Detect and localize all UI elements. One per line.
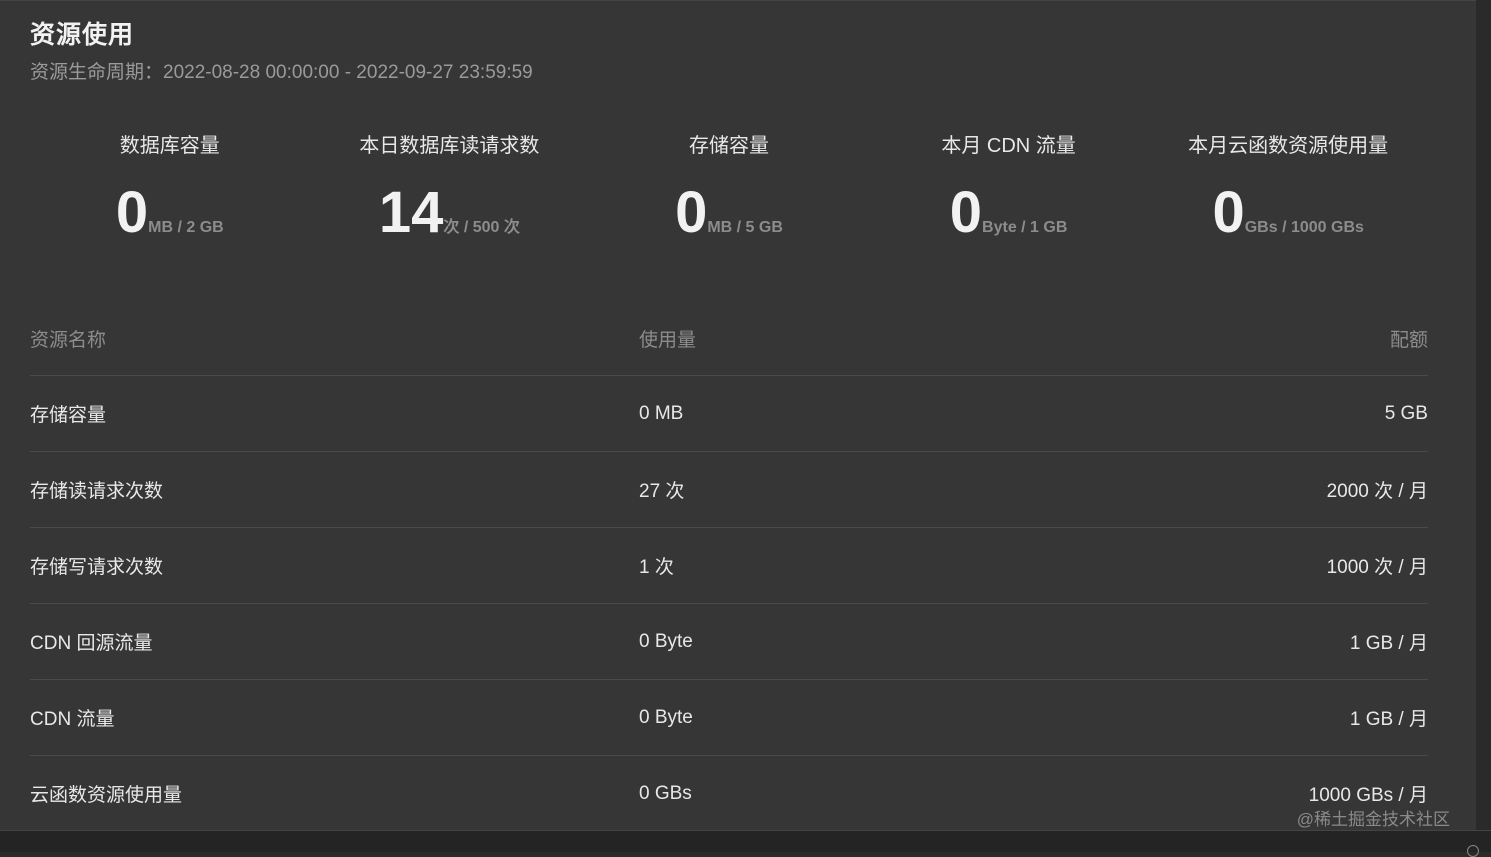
stat-value: 0MB / 2 GB bbox=[30, 183, 310, 243]
cell-usage: 27 次 bbox=[639, 481, 685, 502]
table-row: 存储容量 0 MB 5 GB bbox=[30, 376, 1428, 452]
cell-usage: 0 Byte bbox=[639, 630, 693, 652]
stat-cdn-traffic: 本月 CDN 流量 0Byte / 1 GB bbox=[869, 129, 1149, 259]
cell-usage: 0 GBs bbox=[639, 782, 692, 804]
watermark: @稀土掘金技术社区 bbox=[1296, 810, 1450, 829]
table-row: 云函数资源使用量 0 GBs 1000 GBs / 月 bbox=[30, 756, 1428, 831]
stat-db-reads: 本日数据库读请求数 14次 / 500 次 bbox=[310, 129, 590, 259]
stat-label: 存储容量 bbox=[688, 135, 769, 157]
stat-label: 数据库容量 bbox=[119, 135, 220, 157]
stat-value: 14次 / 500 次 bbox=[310, 183, 590, 243]
cell-quota: 1000 GBs / 月 bbox=[1308, 785, 1428, 806]
circle-icon[interactable] bbox=[1467, 845, 1479, 857]
table-row: 存储读请求次数 27 次 2000 次 / 月 bbox=[30, 452, 1428, 528]
cell-usage: 0 MB bbox=[639, 402, 684, 424]
stat-cloud-function: 本月云函数资源使用量 0GBs / 1000 GBs bbox=[1148, 129, 1428, 259]
header-usage: 使用量 bbox=[639, 329, 697, 351]
cell-usage: 1 次 bbox=[639, 557, 674, 578]
stat-unit: MB / 2 GB bbox=[148, 219, 224, 236]
cell-name: CDN 流量 bbox=[30, 709, 115, 730]
cell-name: 存储容量 bbox=[30, 405, 107, 426]
stat-number: 0 bbox=[115, 180, 149, 245]
cell-quota: 1000 次 / 月 bbox=[1326, 557, 1428, 578]
stat-label: 本月云函数资源使用量 bbox=[1188, 135, 1389, 157]
bottom-bar bbox=[0, 830, 1491, 857]
stat-unit: MB / 5 GB bbox=[707, 219, 783, 236]
stat-label: 本日数据库读请求数 bbox=[359, 135, 540, 157]
table-row: CDN 流量 0 Byte 1 GB / 月 bbox=[30, 680, 1428, 756]
cell-name: 云函数资源使用量 bbox=[30, 785, 183, 806]
table-header: 资源名称 使用量 配额 bbox=[30, 301, 1428, 376]
table-row: 存储写请求次数 1 次 1000 次 / 月 bbox=[30, 528, 1428, 604]
cell-name: 存储读请求次数 bbox=[30, 481, 164, 502]
stat-value: 0MB / 5 GB bbox=[589, 183, 869, 243]
cell-quota: 1 GB / 月 bbox=[1349, 709, 1428, 730]
cell-usage: 0 Byte bbox=[639, 706, 693, 728]
stat-value: 0Byte / 1 GB bbox=[869, 183, 1149, 243]
stat-unit: 次 / 500 次 bbox=[443, 219, 520, 236]
stat-unit: Byte / 1 GB bbox=[982, 219, 1068, 236]
cell-quota: 5 GB bbox=[1384, 402, 1428, 424]
stat-number: 0 bbox=[1212, 180, 1245, 245]
cell-name: CDN 回源流量 bbox=[30, 633, 153, 654]
cell-quota: 2000 次 / 月 bbox=[1326, 481, 1428, 502]
stat-number: 0 bbox=[949, 180, 983, 245]
stat-value: 0GBs / 1000 GBs bbox=[1148, 183, 1428, 243]
page-title: 资源使用 bbox=[30, 21, 135, 49]
stat-unit: GBs / 1000 GBs bbox=[1244, 219, 1364, 236]
table-row: CDN 回源流量 0 Byte 1 GB / 月 bbox=[30, 604, 1428, 680]
cell-quota: 1 GB / 月 bbox=[1349, 633, 1428, 654]
scrollbar[interactable] bbox=[1476, 0, 1491, 830]
stat-db-capacity: 数据库容量 0MB / 2 GB bbox=[30, 129, 310, 259]
header-quota: 配额 bbox=[1389, 329, 1428, 351]
stat-number: 14 bbox=[378, 180, 444, 245]
cell-name: 存储写请求次数 bbox=[30, 557, 164, 578]
stats-summary: 数据库容量 0MB / 2 GB 本日数据库读请求数 14次 / 500 次 存… bbox=[30, 129, 1428, 259]
header-name: 资源名称 bbox=[30, 329, 107, 351]
stat-label: 本月 CDN 流量 bbox=[941, 135, 1076, 157]
stat-storage-capacity: 存储容量 0MB / 5 GB bbox=[589, 129, 869, 259]
resource-table: 资源名称 使用量 配额 存储容量 0 MB 5 GB 存储读请求次数 27 次 … bbox=[30, 301, 1428, 831]
resource-cycle: 资源生命周期：2022-08-28 00:00:00 - 2022-09-27 … bbox=[30, 62, 533, 83]
stat-number: 0 bbox=[675, 180, 708, 245]
resource-usage-panel: 资源使用 资源生命周期：2022-08-28 00:00:00 - 2022-0… bbox=[0, 0, 1476, 831]
